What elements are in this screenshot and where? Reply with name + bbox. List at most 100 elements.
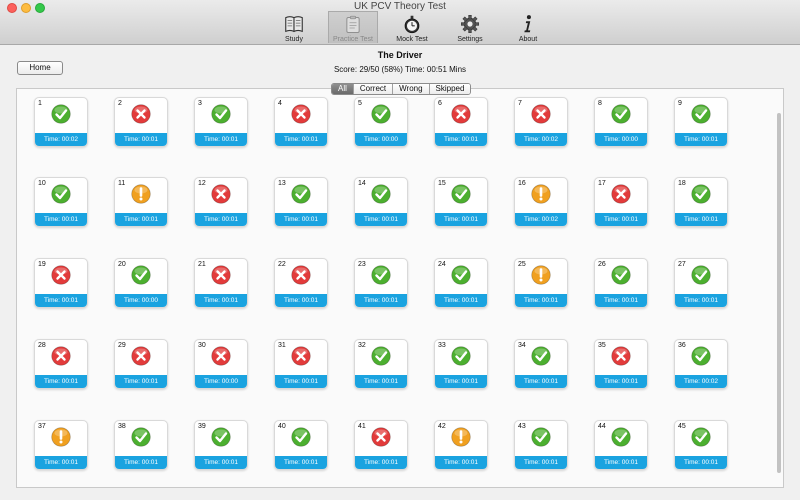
check-icon (131, 265, 151, 285)
question-card[interactable]: 9 Time: 00:01 (674, 97, 728, 147)
filter-wrong-button[interactable]: Wrong (393, 84, 430, 94)
scrollbar-thumb[interactable] (777, 113, 781, 473)
check-icon (131, 427, 151, 447)
question-card[interactable]: 38 Time: 00:01 (114, 420, 168, 470)
question-card[interactable]: 29 Time: 00:01 (114, 339, 168, 389)
cross-icon (131, 104, 151, 124)
question-time: Time: 00:01 (515, 375, 567, 388)
filter-correct-button[interactable]: Correct (353, 84, 394, 94)
filter-skipped-button[interactable]: Skipped (429, 84, 471, 94)
question-card[interactable]: 26 Time: 00:01 (594, 258, 648, 308)
question-card[interactable]: 22 Time: 00:01 (274, 258, 328, 308)
check-icon (371, 184, 391, 204)
filter-segmented-control: All Correct Wrong Skipped (331, 83, 472, 95)
question-card[interactable]: 39 Time: 00:01 (194, 420, 248, 470)
question-number: 14 (358, 180, 366, 187)
toolbar-settings-button[interactable]: Settings (446, 11, 494, 43)
question-card[interactable]: 4 Time: 00:01 (274, 97, 328, 147)
question-number: 18 (678, 180, 686, 187)
toolbar-study-label: Study (285, 36, 303, 43)
question-number: 40 (278, 423, 286, 430)
question-number: 33 (438, 342, 446, 349)
question-card[interactable]: 2 Time: 00:01 (114, 97, 168, 147)
cross-icon (611, 346, 631, 366)
toolbar-about-button[interactable]: About (504, 11, 552, 43)
question-number: 39 (198, 423, 206, 430)
question-card[interactable]: 42 Time: 00:01 (434, 420, 488, 470)
question-card[interactable]: 12 Time: 00:01 (194, 177, 248, 227)
question-card[interactable]: 31 Time: 00:01 (274, 339, 328, 389)
question-number: 38 (118, 423, 126, 430)
question-card[interactable]: 8 Time: 00:00 (594, 97, 648, 147)
question-time: Time: 00:00 (195, 375, 247, 388)
toolbar-settings-label: Settings (457, 36, 483, 43)
question-time: Time: 00:01 (275, 213, 327, 226)
question-card[interactable]: 37 Time: 00:01 (34, 420, 88, 470)
question-time: Time: 00:00 (355, 133, 407, 146)
question-card[interactable]: 21 Time: 00:01 (194, 258, 248, 308)
cross-icon (51, 265, 71, 285)
question-time: Time: 00:01 (195, 294, 247, 307)
question-number: 28 (38, 342, 46, 349)
question-number: 20 (118, 261, 126, 268)
question-time: Time: 00:01 (275, 456, 327, 469)
question-number: 17 (598, 180, 606, 187)
question-card[interactable]: 1 Time: 00:02 (34, 97, 88, 147)
question-card[interactable]: 41 Time: 00:01 (354, 420, 408, 470)
cross-icon (451, 104, 471, 124)
question-number: 1 (38, 100, 42, 107)
question-card[interactable]: 34 Time: 00:01 (514, 339, 568, 389)
question-card[interactable]: 5 Time: 00:00 (354, 97, 408, 147)
cross-icon (611, 184, 631, 204)
question-card[interactable]: 32 Time: 00:01 (354, 339, 408, 389)
question-card[interactable]: 24 Time: 00:01 (434, 258, 488, 308)
question-card[interactable]: 20 Time: 00:00 (114, 258, 168, 308)
question-card[interactable]: 7 Time: 00:02 (514, 97, 568, 147)
question-card[interactable]: 36 Time: 00:02 (674, 339, 728, 389)
question-number: 24 (438, 261, 446, 268)
question-card[interactable]: 6 Time: 00:01 (434, 97, 488, 147)
question-number: 34 (518, 342, 526, 349)
check-icon (691, 346, 711, 366)
question-number: 27 (678, 261, 686, 268)
question-card[interactable]: 30 Time: 00:00 (194, 339, 248, 389)
question-card[interactable]: 25 Time: 00:01 (514, 258, 568, 308)
question-time: Time: 00:01 (275, 294, 327, 307)
toolbar-study-button[interactable]: Study (270, 11, 318, 43)
question-card[interactable]: 11 Time: 00:01 (114, 177, 168, 227)
question-time: Time: 00:01 (195, 456, 247, 469)
question-card[interactable]: 35 Time: 00:01 (594, 339, 648, 389)
question-card[interactable]: 18 Time: 00:01 (674, 177, 728, 227)
question-card[interactable]: 23 Time: 00:01 (354, 258, 408, 308)
cross-icon (131, 346, 151, 366)
question-card[interactable]: 16 Time: 00:02 (514, 177, 568, 227)
check-icon (531, 427, 551, 447)
question-card[interactable]: 13 Time: 00:01 (274, 177, 328, 227)
question-card[interactable]: 40 Time: 00:01 (274, 420, 328, 470)
toolbar-mock-test-button[interactable]: Mock Test (388, 11, 436, 43)
question-card[interactable]: 45 Time: 00:01 (674, 420, 728, 470)
question-number: 8 (598, 100, 602, 107)
question-card[interactable]: 19 Time: 00:01 (34, 258, 88, 308)
question-card[interactable]: 15 Time: 00:01 (434, 177, 488, 227)
question-card[interactable]: 3 Time: 00:01 (194, 97, 248, 147)
question-number: 32 (358, 342, 366, 349)
question-card[interactable]: 43 Time: 00:01 (514, 420, 568, 470)
toolbar-practice-test-button[interactable]: Practice Test (328, 11, 378, 43)
question-number: 4 (278, 100, 282, 107)
question-card[interactable]: 28 Time: 00:01 (34, 339, 88, 389)
exclamation-icon (531, 265, 551, 285)
check-icon (371, 346, 391, 366)
question-card[interactable]: 44 Time: 00:01 (594, 420, 648, 470)
question-card[interactable]: 17 Time: 00:01 (594, 177, 648, 227)
question-number: 5 (358, 100, 362, 107)
question-card[interactable]: 33 Time: 00:01 (434, 339, 488, 389)
question-number: 42 (438, 423, 446, 430)
question-card[interactable]: 14 Time: 00:01 (354, 177, 408, 227)
filter-all-button[interactable]: All (332, 84, 354, 94)
check-icon (51, 104, 71, 124)
question-number: 31 (278, 342, 286, 349)
check-icon (611, 265, 631, 285)
question-card[interactable]: 10 Time: 00:01 (34, 177, 88, 227)
question-card[interactable]: 27 Time: 00:01 (674, 258, 728, 308)
